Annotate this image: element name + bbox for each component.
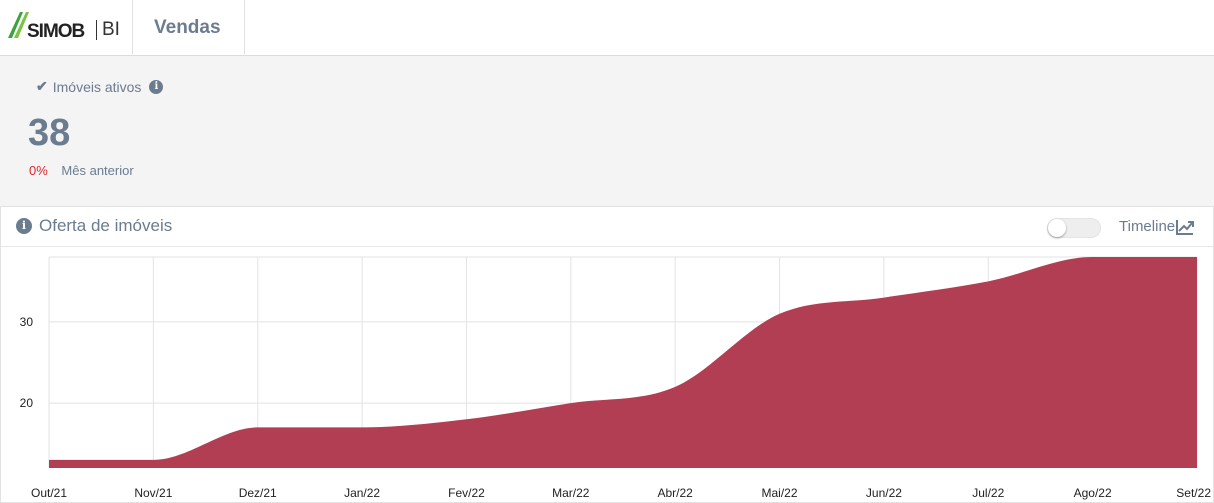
- logo-suffix: BI: [96, 20, 120, 40]
- kpi-value: 38: [28, 112, 71, 154]
- kpi-label: ✔ Imóveis ativos i: [36, 78, 164, 95]
- info-icon[interactable]: i: [16, 218, 32, 234]
- chart-card-header: i Oferta de imóveis Timeline: [1, 207, 1213, 247]
- check-icon: ✔: [36, 78, 48, 94]
- kpi-change-reference: Mês anterior: [61, 163, 134, 178]
- timeline-control[interactable]: Timeline: [1119, 218, 1195, 235]
- timeline-label: Timeline: [1119, 218, 1176, 235]
- x-tick-label: Jan/22: [344, 486, 380, 500]
- page-title-container: Vendas: [133, 0, 245, 56]
- y-tick-label: 30: [20, 315, 34, 329]
- area-chart: 20 30 Out/21 Nov/21 Dez/21 Jan/22 Fev/22 Mar/22…: [20, 256, 1211, 500]
- x-tick-label: Set/22: [1176, 486, 1211, 500]
- x-tick-label: Nov/21: [134, 486, 172, 500]
- chart-title-text: Oferta de imóveis: [39, 216, 173, 235]
- page-title: Vendas: [154, 17, 221, 38]
- x-tick-label: Out/21: [31, 486, 67, 500]
- kpi-label-text: Imóveis ativos: [52, 78, 142, 95]
- x-tick-label: Dez/21: [239, 486, 277, 500]
- x-tick-label: Jul/22: [972, 486, 1004, 500]
- x-tick-label: Mai/22: [762, 486, 798, 500]
- info-icon[interactable]: i: [149, 79, 164, 94]
- chart-line-icon: [1176, 219, 1195, 235]
- kpi-change-percent: 0%: [29, 163, 48, 178]
- toggle-knob: [1048, 219, 1066, 237]
- x-tick-label: Abr/22: [658, 486, 694, 500]
- logo-text: SIMOB: [27, 21, 85, 42]
- chart-card: i Oferta de imóveis Timeline 20 30 Out/21 N…: [0, 206, 1214, 503]
- x-tick-label: Mar/22: [552, 486, 590, 500]
- timeline-toggle[interactable]: [1047, 218, 1101, 238]
- x-tick-label: Fev/22: [448, 486, 485, 500]
- top-bar: SIMOB BI Vendas: [0, 0, 1214, 56]
- x-tick-label: Ago/22: [1074, 486, 1112, 500]
- app-logo[interactable]: SIMOB BI: [0, 0, 133, 56]
- x-tick-label: Jun/22: [866, 486, 902, 500]
- chart-title: i Oferta de imóveis: [16, 216, 172, 236]
- kpi-change: 0% Mês anterior: [29, 163, 134, 178]
- y-tick-label: 20: [20, 396, 34, 410]
- area-series: [49, 257, 1197, 468]
